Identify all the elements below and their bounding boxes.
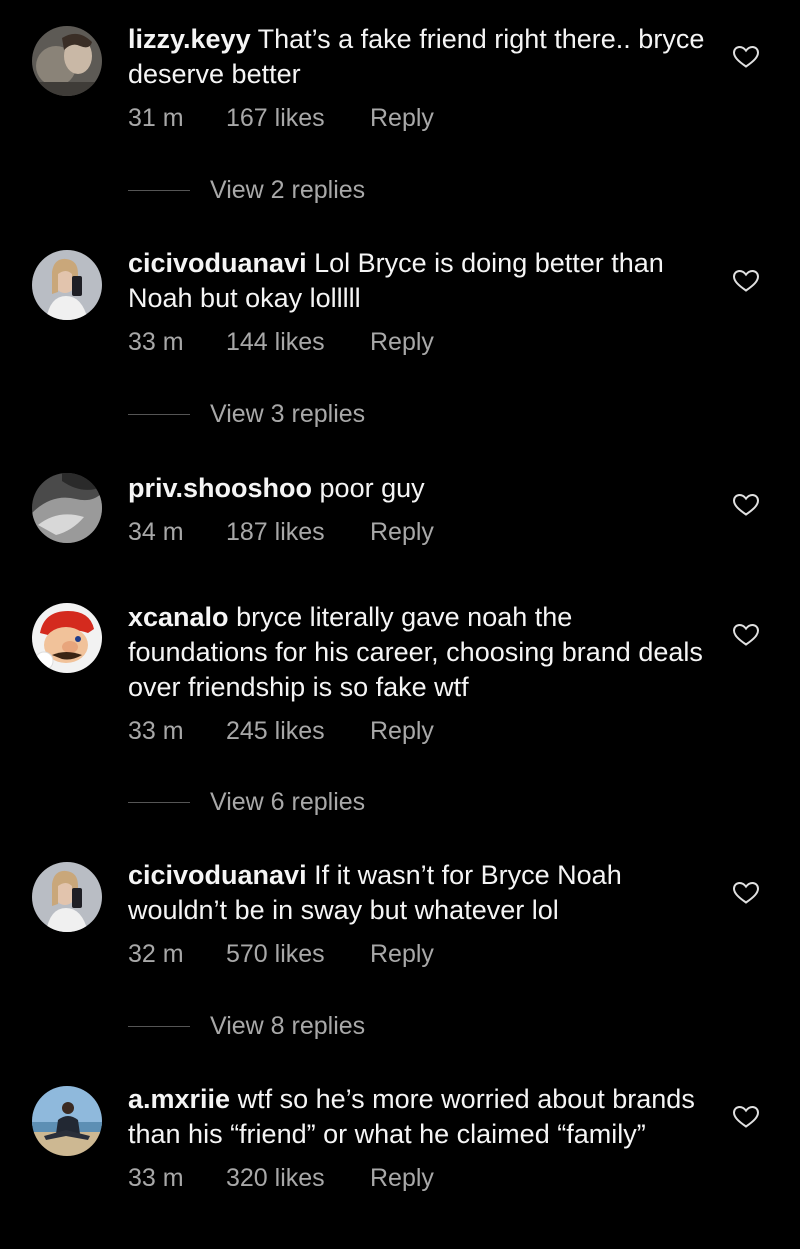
comment-meta: 32 m 570 likes Reply: [128, 940, 708, 972]
comment-username[interactable]: xcanalo: [128, 602, 229, 632]
comment-text: xcanalo bryce literally gave noah the fo…: [128, 600, 708, 705]
heart-icon[interactable]: [732, 881, 760, 905]
heart-icon[interactable]: [732, 269, 760, 293]
comment-meta: 31 m 167 likes Reply: [128, 104, 708, 136]
replies-divider-line: [128, 1026, 190, 1027]
reply-button[interactable]: Reply: [370, 1164, 434, 1193]
comment-likes[interactable]: 144 likes: [226, 328, 325, 357]
comment-username[interactable]: cicivoduanavi: [128, 860, 307, 890]
replies-divider-line: [128, 802, 190, 803]
view-replies-label: View 2 replies: [210, 176, 366, 204]
comment-username[interactable]: a.mxriie: [128, 1084, 230, 1114]
reply-button[interactable]: Reply: [370, 940, 434, 969]
comment-text: priv.shooshoo poor guy: [128, 471, 708, 506]
comment-text: lizzy.keyy That’s a fake friend right th…: [128, 22, 708, 92]
heart-icon[interactable]: [732, 623, 760, 647]
comment-likes[interactable]: 320 likes: [226, 1164, 325, 1193]
reply-button[interactable]: Reply: [370, 104, 434, 133]
comment-time: 33 m: [128, 328, 184, 356]
comment-time: 33 m: [128, 1164, 184, 1192]
reply-button[interactable]: Reply: [370, 518, 434, 547]
comment-text: cicivoduanavi If it wasn’t for Bryce Noa…: [128, 858, 708, 928]
replies-divider-line: [128, 190, 190, 191]
comment-username[interactable]: priv.shooshoo: [128, 473, 312, 503]
heart-icon[interactable]: [732, 1105, 760, 1129]
comment-likes[interactable]: 187 likes: [226, 518, 325, 547]
comment-likes[interactable]: 245 likes: [226, 717, 325, 746]
comment-username[interactable]: cicivoduanavi: [128, 248, 307, 278]
comment-time: 31 m: [128, 104, 184, 132]
comment-time: 34 m: [128, 518, 184, 546]
view-replies-label: View 8 replies: [210, 1012, 366, 1040]
heart-icon[interactable]: [732, 45, 760, 69]
heart-icon[interactable]: [732, 493, 760, 517]
comment-username[interactable]: lizzy.keyy: [128, 24, 251, 54]
avatar[interactable]: [32, 603, 102, 673]
comment-likes[interactable]: 167 likes: [226, 104, 325, 133]
reply-button[interactable]: Reply: [370, 717, 434, 746]
comments-list: lizzy.keyy That’s a fake friend right th…: [0, 0, 800, 1249]
view-replies-label: View 6 replies: [210, 788, 366, 816]
view-replies-label: View 3 replies: [210, 400, 366, 428]
comment-meta: 33 m 144 likes Reply: [128, 328, 708, 360]
replies-divider-line: [128, 414, 190, 415]
avatar[interactable]: [32, 26, 102, 96]
comment-meta: 33 m 320 likes Reply: [128, 1164, 708, 1196]
comment-meta: 33 m 245 likes Reply: [128, 717, 708, 749]
avatar[interactable]: [32, 1086, 102, 1156]
comment-text: a.mxriie wtf so he’s more worried about …: [128, 1082, 708, 1152]
comment-likes[interactable]: 570 likes: [226, 940, 325, 969]
reply-button[interactable]: Reply: [370, 328, 434, 357]
comment-time: 33 m: [128, 717, 184, 745]
comment-meta: 34 m 187 likes Reply: [128, 518, 708, 550]
comment-body: poor guy: [319, 473, 425, 503]
avatar[interactable]: [32, 250, 102, 320]
avatar[interactable]: [32, 473, 102, 543]
comment-text: cicivoduanavi Lol Bryce is doing better …: [128, 246, 708, 316]
comment-time: 32 m: [128, 940, 184, 968]
avatar[interactable]: [32, 862, 102, 932]
